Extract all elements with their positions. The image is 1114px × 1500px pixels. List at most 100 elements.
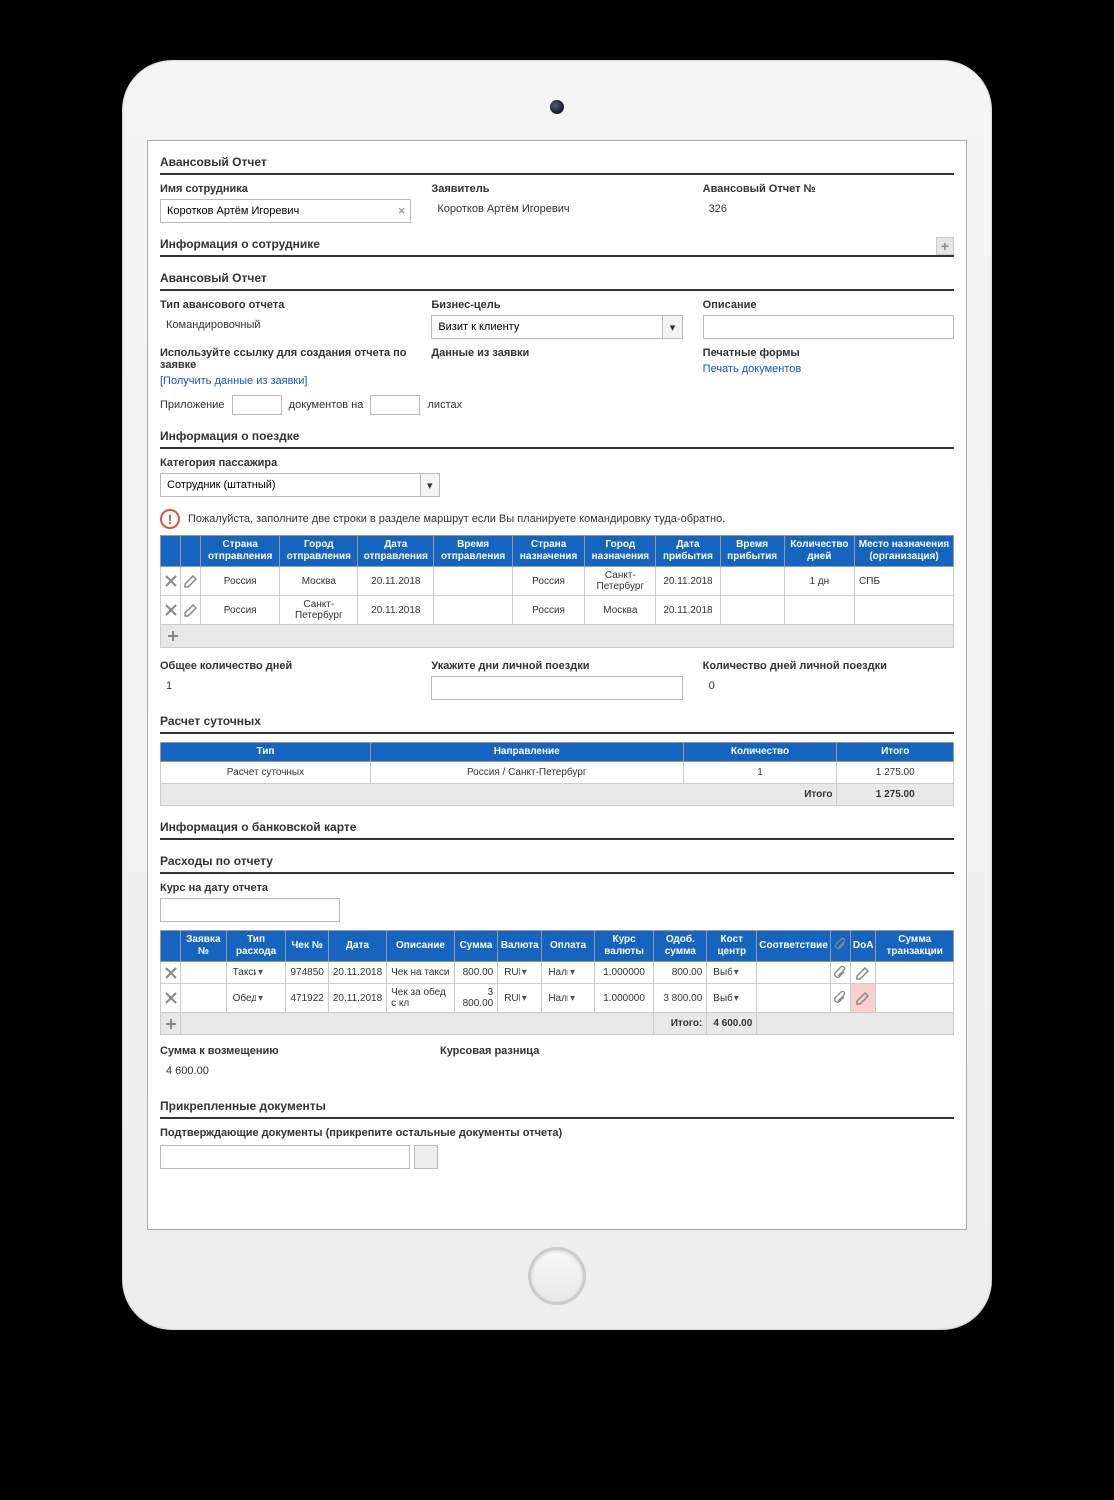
print-label: Печатные формы [703, 347, 954, 359]
delete-icon[interactable] [163, 573, 179, 589]
chevron-down-icon[interactable]: ▾ [520, 993, 538, 1004]
cell: 20.11.2018 [358, 596, 434, 625]
cell: Москва [280, 567, 358, 596]
column-header: Направление [370, 743, 683, 762]
cell: Москва [585, 596, 656, 625]
rate-label: Курс на дату отчета [160, 882, 954, 894]
cell: Санкт-Петербург [280, 596, 358, 625]
cell[interactable]: Налич▾ [542, 984, 594, 1013]
column-header: Соответствие [757, 931, 831, 962]
passenger-dropdown-button[interactable]: ▾ [420, 473, 440, 497]
rate-input[interactable] [160, 898, 340, 922]
cell: 20.11.2018 [656, 596, 720, 625]
edit-icon[interactable] [183, 573, 199, 589]
cell[interactable]: Такси▾ [226, 962, 286, 984]
personal-days-input[interactable] [431, 676, 682, 700]
chevron-down-icon[interactable]: ▾ [732, 993, 753, 1004]
desc-input[interactable] [703, 315, 954, 339]
edit-icon[interactable] [855, 990, 871, 1006]
cell: 3 800.00 [454, 984, 497, 1013]
app-screen: Авансовый Отчет Имя сотрудника × Заявите… [147, 140, 967, 1230]
attach-icon[interactable] [832, 990, 848, 1006]
route-table: Страна отправленияГород отправленияДата … [160, 535, 954, 648]
cell[interactable]: Выб▾ [707, 962, 757, 984]
cell[interactable]: RUB▾ [498, 984, 542, 1013]
request-data-label: Данные из заявки [431, 347, 682, 359]
table-row: Обеды▾47192220.11.2018Чек за обед с кл3 … [161, 984, 954, 1013]
chevron-down-icon[interactable]: ▾ [568, 993, 590, 1004]
column-header: Время прибытия [720, 536, 784, 567]
cell [784, 596, 854, 625]
docs-count-input[interactable] [232, 395, 282, 415]
section-per-diem: Расчет суточных [160, 710, 954, 734]
per-diem-table: ТипНаправлениеКоличествоИтого Расчет сут… [160, 742, 954, 806]
delete-icon[interactable] [163, 965, 179, 981]
chevron-down-icon[interactable]: ▾ [520, 967, 538, 978]
perdiem-type: Расчет суточных [161, 762, 371, 784]
clear-icon[interactable]: × [398, 203, 406, 218]
table-row: РоссияСанкт-Петербург20.11.2018РоссияМос… [161, 596, 954, 625]
cell: 1.000000 [594, 962, 654, 984]
cell: Россия [201, 567, 280, 596]
section-advance-report: Авансовый Отчет [160, 151, 954, 175]
pages-count-input[interactable] [370, 395, 420, 415]
tablet-home-button[interactable] [528, 1247, 586, 1305]
report-no-value: 326 [703, 199, 954, 223]
column-header: Дата [328, 931, 386, 962]
passenger-input[interactable] [160, 473, 420, 497]
goal-dropdown-button[interactable]: ▾ [662, 315, 682, 339]
attachment-count-row: Приложение документов на листах [160, 395, 954, 415]
fx-label: Курсовая разница [440, 1045, 954, 1057]
column-header: Чек № [286, 931, 328, 962]
total-days-label: Общее количество дней [160, 660, 411, 672]
delete-icon[interactable] [163, 990, 179, 1006]
warning-text: Пожалуйста, заполните две строки в разде… [188, 513, 725, 525]
edit-icon[interactable] [183, 602, 199, 618]
print-documents-link[interactable]: Печать документов [703, 363, 802, 375]
expand-icon[interactable]: + [936, 237, 954, 255]
add-row-icon[interactable] [163, 1016, 179, 1032]
desc-label: Описание [703, 299, 954, 311]
goal-input[interactable] [431, 315, 662, 339]
add-row-icon[interactable] [165, 628, 181, 644]
cell[interactable]: Выб▾ [707, 984, 757, 1013]
route-warning: ! Пожалуйста, заполните две строки в раз… [160, 509, 954, 529]
column-header: Тип [161, 743, 371, 762]
delete-icon[interactable] [163, 602, 179, 618]
cell[interactable] [855, 596, 954, 625]
cell [181, 984, 227, 1013]
cell[interactable]: Обеды▾ [226, 984, 286, 1013]
report-type-label: Тип авансового отчета [160, 299, 411, 311]
expenses-table: Заявка №Тип расходаЧек №ДатаОписаниеСумм… [160, 930, 954, 1035]
applicant-value: Коротков Артём Игоревич [431, 199, 682, 223]
chevron-down-icon[interactable]: ▾ [732, 967, 753, 978]
cell[interactable]: СПБ [855, 567, 954, 596]
chevron-down-icon[interactable]: ▾ [256, 967, 281, 978]
edit-icon[interactable] [855, 965, 871, 981]
chevron-down-icon: ▾ [427, 479, 433, 492]
app-mid: документов на [289, 399, 364, 411]
chevron-down-icon: ▾ [670, 321, 676, 334]
cell[interactable]: Налич▾ [542, 962, 594, 984]
section-trip-info: Информация о поездке [160, 425, 954, 449]
employee-info-label: Информация о сотруднике [160, 237, 320, 251]
column-header: Одоб. сумма [654, 931, 707, 962]
column-header: Город назначения [585, 536, 656, 567]
get-request-data-link[interactable]: [Получить данные из заявки] [160, 375, 307, 387]
attachment-browse-button[interactable] [414, 1145, 438, 1169]
attachment-input[interactable] [160, 1145, 410, 1169]
column-header: Описание [387, 931, 455, 962]
chevron-down-icon[interactable]: ▾ [568, 967, 590, 978]
employee-name-input[interactable] [160, 199, 411, 223]
passenger-label: Категория пассажира [160, 457, 954, 469]
chevron-down-icon[interactable]: ▾ [256, 993, 281, 1004]
cell: Санкт-Петербург [585, 567, 656, 596]
cell [876, 962, 954, 984]
cell [757, 962, 831, 984]
attach-icon[interactable] [832, 965, 848, 981]
cell: 471922 [286, 984, 328, 1013]
cell: Чек на такси [387, 962, 455, 984]
cell[interactable]: RUB▾ [498, 962, 542, 984]
section-attachments: Прикрепленные документы [160, 1095, 954, 1119]
column-header: Место назначения (организация) [855, 536, 954, 567]
